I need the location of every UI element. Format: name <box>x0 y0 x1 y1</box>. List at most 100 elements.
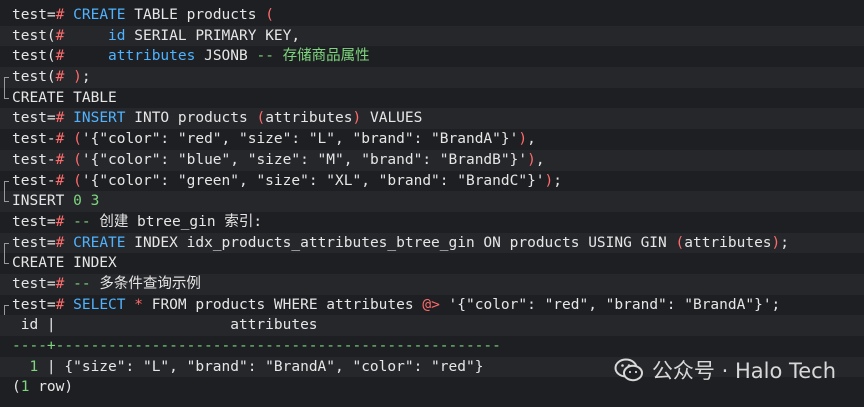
token-plain: id | attributes <box>12 317 318 334</box>
token-plain: row) <box>29 379 74 396</box>
token-num: 1 <box>29 358 39 375</box>
fold-gutter-marker <box>2 233 10 254</box>
fold-gutter-marker <box>2 150 10 171</box>
fold-gutter-marker <box>2 191 10 212</box>
token-op: ( <box>73 131 82 148</box>
token-prompt: test( <box>12 27 56 44</box>
terminal-line: test=# -- 创建 btree_gin 索引: <box>0 212 864 233</box>
token-prompt: test= <box>12 275 56 292</box>
token-txt: , <box>527 131 536 148</box>
terminal-line: test=# SELECT * FROM products WHERE attr… <box>0 295 864 316</box>
terminal-line: test(# attributes JSONB -- 存储商品属性 <box>0 46 864 67</box>
token-txt: INDEX idx_products_attributes_btree_gin … <box>125 234 676 251</box>
token-kw: INSERT <box>73 110 126 127</box>
terminal-line: CREATE INDEX <box>0 253 864 274</box>
fold-gutter-marker <box>2 67 10 88</box>
token-op: ( <box>73 172 82 189</box>
token-op: @> <box>422 296 440 313</box>
terminal-line: test-# ('{"color": "blue", "size": "M", … <box>0 149 864 171</box>
fold-gutter-marker <box>2 212 10 233</box>
token-op: * <box>134 296 143 313</box>
terminal-line: ----+-----------------------------------… <box>0 336 864 357</box>
token-op: ) <box>544 172 554 189</box>
token-op: ) <box>518 131 528 148</box>
token-kw: id <box>108 27 126 44</box>
terminal-line: test=# CREATE INDEX idx_products_attribu… <box>0 232 864 254</box>
token-prompt: test- <box>12 151 56 168</box>
token-kw: CREATE <box>73 234 126 251</box>
terminal-line: test-# ('{"color": "red", "size": "L", "… <box>0 129 864 150</box>
fold-gutter-marker <box>2 129 10 150</box>
token-op: ( <box>265 7 274 23</box>
token-txt: 多条件查询示例 <box>90 275 201 292</box>
token-prompt: test= <box>12 213 56 230</box>
wechat-icon <box>614 358 643 382</box>
token-op: ( <box>675 234 685 251</box>
token-txt: ; <box>81 69 91 86</box>
token-plain: CREATE TABLE <box>12 89 117 106</box>
fold-gutter-marker <box>2 253 10 274</box>
token-prompt: test= <box>12 7 56 23</box>
fold-gutter-marker <box>2 26 10 47</box>
token-prompt: test= <box>12 296 56 313</box>
token-op: ( <box>73 151 82 168</box>
token-plain: ( <box>12 379 21 396</box>
token-op: ) <box>527 151 536 168</box>
fold-gutter-marker <box>2 315 10 336</box>
token-txt: 创建 btree_gin 索引: <box>90 213 263 230</box>
token-prompt: test= <box>12 234 56 251</box>
token-op: ) <box>73 69 82 86</box>
token-plain: CREATE INDEX <box>12 255 117 272</box>
fold-gutter-marker <box>2 46 10 67</box>
token-op: ) <box>352 110 362 127</box>
terminal-line: test(# id SERIAL PRIMARY KEY, <box>0 25 864 47</box>
terminal-line: test=# CREATE TABLE products ( <box>0 5 864 26</box>
fold-gutter-marker <box>2 87 10 109</box>
terminal-output[interactable]: test=# CREATE TABLE products (test(# id … <box>0 5 864 398</box>
token-str: '{"color": "blue", "size": "M", "brand":… <box>81 151 528 168</box>
fold-gutter-marker <box>2 108 10 129</box>
token-txt: FROM products WHERE attributes <box>142 296 423 313</box>
token-num: 0 3 <box>73 193 100 210</box>
terminal-line: INSERT 0 3 <box>0 191 864 212</box>
token-plain: INSERT <box>12 193 74 210</box>
token-txt: attributes <box>684 234 772 251</box>
token-plain: | {"size": "L", "brand": "BrandA", "colo… <box>38 358 484 375</box>
token-txt: '{"color": "red", "brand": "BrandA"}'; <box>439 296 781 313</box>
fold-gutter-marker <box>2 274 10 295</box>
token-kw: CREATE <box>73 7 126 23</box>
token-txt: VALUES <box>361 110 423 127</box>
token-prompt: test( <box>12 69 56 86</box>
token-op: ( <box>256 110 266 127</box>
fold-gutter-marker <box>2 357 10 378</box>
terminal-line: test=# -- 多条件查询示例 <box>0 273 864 295</box>
token-txt: attributes <box>265 110 353 127</box>
fold-gutter-marker <box>2 171 10 192</box>
token-dash: ----+-----------------------------------… <box>12 338 501 354</box>
terminal-line: test-# ('{"color": "green", "size": "XL"… <box>0 171 864 192</box>
terminal-line: id | attributes <box>0 315 864 336</box>
token-prompt: test- <box>12 131 56 148</box>
fold-gutter-marker <box>2 377 10 398</box>
token-txt: , <box>535 151 545 168</box>
watermark-text: 公众号 · Halo Tech <box>651 359 836 383</box>
token-txt: JSONB <box>195 48 257 65</box>
token-txt: ; <box>780 234 790 251</box>
token-kw: attributes <box>108 48 196 65</box>
token-str: '{"color": "green", "size": "XL", "brand… <box>81 172 545 189</box>
token-cm: -- 存储商品属性 <box>256 48 370 65</box>
token-txt: ; <box>553 172 563 189</box>
